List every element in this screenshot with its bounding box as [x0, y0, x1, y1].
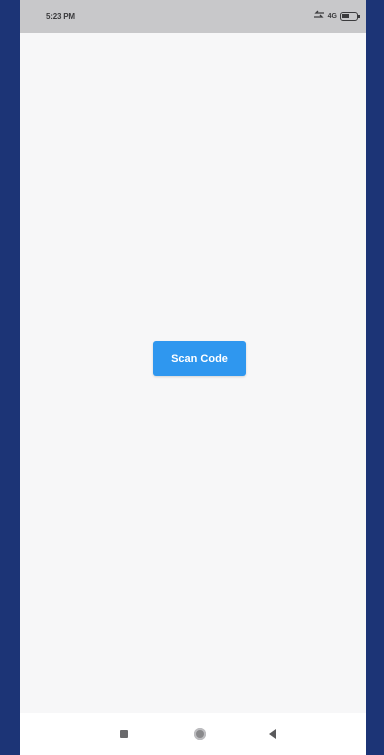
main-content: Scan Code	[20, 33, 366, 713]
recents-icon[interactable]	[120, 730, 128, 738]
navigation-bar	[20, 713, 366, 755]
scan-code-button[interactable]: Scan Code	[153, 341, 246, 376]
home-icon[interactable]	[194, 728, 206, 740]
battery-icon	[340, 11, 360, 21]
status-time: 5:23 PM	[46, 12, 75, 21]
right-frame	[366, 0, 384, 755]
signal-icon	[313, 7, 325, 25]
phone-screen: 5:23 PM 4G Scan Code	[20, 0, 366, 755]
back-icon[interactable]	[269, 729, 276, 739]
left-frame	[0, 0, 20, 755]
status-bar: 5:23 PM 4G	[20, 0, 366, 33]
status-icons: 4G	[313, 7, 360, 25]
network-label: 4G	[327, 12, 337, 20]
